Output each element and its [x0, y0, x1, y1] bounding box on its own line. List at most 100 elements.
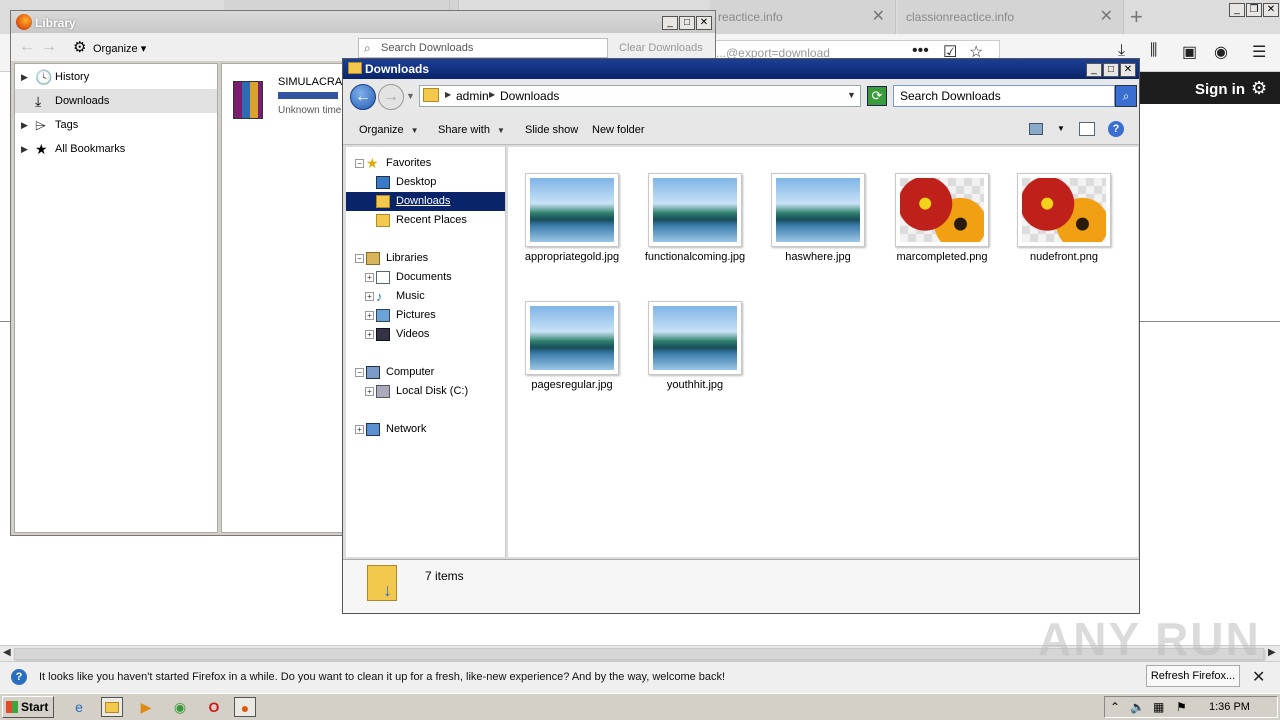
- scroll-right-icon[interactable]: ▶: [1268, 647, 1276, 658]
- close-icon[interactable]: ✕: [1252, 667, 1265, 687]
- nav-downloads[interactable]: Downloads: [346, 192, 505, 211]
- file-thumbnail[interactable]: [771, 173, 865, 247]
- account-icon[interactable]: ◉: [1214, 42, 1228, 62]
- breadcrumb-chevron-icon[interactable]: ▶: [445, 90, 451, 99]
- chrome-icon[interactable]: ◉: [169, 697, 191, 717]
- explorer-search-input[interactable]: Search Downloads: [893, 85, 1115, 107]
- new-folder-button[interactable]: New folder: [592, 124, 645, 136]
- nav-network[interactable]: + Network: [346, 420, 505, 439]
- organize-button[interactable]: Organize ▾: [93, 42, 146, 55]
- file-name[interactable]: nudefront.png: [1012, 251, 1116, 263]
- file-thumbnail[interactable]: [648, 173, 742, 247]
- opera-icon[interactable]: O: [203, 697, 225, 717]
- signin-link[interactable]: Sign in: [1195, 81, 1245, 98]
- close-button[interactable]: ✕: [1120, 63, 1136, 77]
- file-thumbnail[interactable]: [648, 301, 742, 375]
- file-name[interactable]: haswhere.jpg: [766, 251, 870, 263]
- volume-icon[interactable]: 🔈: [1130, 700, 1145, 714]
- maximize-button[interactable]: □: [679, 16, 695, 30]
- nav-libraries[interactable]: − Libraries: [346, 249, 505, 268]
- file-name[interactable]: functionalcoming.jpg: [643, 251, 747, 263]
- explorer-task-icon[interactable]: [101, 697, 123, 717]
- share-with-button[interactable]: Share with ▼: [438, 124, 505, 136]
- file-thumbnail[interactable]: [525, 173, 619, 247]
- media-player-icon[interactable]: ▶: [135, 697, 157, 717]
- file-thumbnail[interactable]: [895, 173, 989, 247]
- library-icon[interactable]: ⫼: [1150, 42, 1157, 60]
- tab-close-icon[interactable]: ✕: [1100, 0, 1113, 34]
- tab-reactice[interactable]: reactice.info ✕: [710, 0, 896, 34]
- collapse-icon[interactable]: −: [355, 254, 364, 263]
- change-view-icon[interactable]: [1029, 123, 1043, 135]
- breadcrumb-admin[interactable]: admin: [456, 89, 489, 103]
- expand-icon[interactable]: +: [365, 387, 374, 396]
- back-button[interactable]: ←: [350, 84, 376, 110]
- back-arrow-icon[interactable]: ←: [19, 38, 35, 56]
- nav-pictures[interactable]: + Pictures: [346, 306, 505, 325]
- minimize-button[interactable]: _: [1086, 63, 1102, 77]
- tab-classionreactice[interactable]: classionreactice.info ✕: [898, 0, 1124, 34]
- file-name[interactable]: pagesregular.jpg: [520, 379, 624, 391]
- expand-icon[interactable]: ▶: [21, 113, 28, 137]
- restore-button[interactable]: ❐: [1246, 3, 1262, 17]
- expand-icon[interactable]: +: [355, 425, 364, 434]
- help-icon[interactable]: ?: [1108, 121, 1124, 137]
- nav-music[interactable]: + ♪ Music: [346, 287, 505, 306]
- preview-pane-icon[interactable]: [1079, 122, 1095, 136]
- ie-icon[interactable]: e: [68, 697, 90, 717]
- forward-arrow-icon[interactable]: →: [41, 38, 57, 56]
- library-search-input[interactable]: ⌕ Search Downloads: [358, 38, 608, 58]
- collapse-icon[interactable]: −: [355, 159, 364, 168]
- firefox-task-icon[interactable]: ●: [234, 697, 256, 717]
- sidebar-item-all-bookmarks[interactable]: ▶ ★ All Bookmarks: [15, 137, 217, 161]
- nav-videos[interactable]: + Videos: [346, 325, 505, 344]
- file-thumbnail[interactable]: [1017, 173, 1111, 247]
- nav-local-disk[interactable]: + Local Disk (C:): [346, 382, 505, 401]
- nav-computer[interactable]: − Computer: [346, 363, 505, 382]
- minimize-button[interactable]: _: [1229, 3, 1245, 17]
- nav-desktop[interactable]: Desktop: [346, 173, 505, 192]
- nav-recent-places[interactable]: Recent Places: [346, 211, 505, 230]
- file-name[interactable]: youthhit.jpg: [643, 379, 747, 391]
- slide-show-button[interactable]: Slide show: [525, 124, 578, 136]
- gear-icon[interactable]: ⚙: [73, 38, 86, 56]
- recent-pages-chevron-icon[interactable]: ▼: [406, 91, 415, 101]
- view-dropdown-icon[interactable]: ▼: [1057, 124, 1065, 133]
- nav-favorites[interactable]: − ★ Favorites: [346, 154, 505, 173]
- expand-icon[interactable]: +: [365, 311, 374, 320]
- address-dropdown-icon[interactable]: ▼: [847, 90, 856, 100]
- tab-close-icon[interactable]: ✕: [872, 0, 885, 34]
- breadcrumb-downloads[interactable]: Downloads: [500, 89, 559, 103]
- gear-icon[interactable]: ⚙: [1251, 78, 1267, 99]
- scroll-left-icon[interactable]: ◀: [3, 647, 11, 658]
- new-tab-button[interactable]: +: [1130, 4, 1143, 30]
- download-name[interactable]: SIMULACRA.r: [278, 76, 349, 88]
- file-name[interactable]: marcompleted.png: [890, 251, 994, 263]
- expand-icon[interactable]: +: [365, 292, 374, 301]
- expand-icon[interactable]: ▶: [21, 137, 28, 161]
- expand-icon[interactable]: +: [365, 330, 374, 339]
- nav-documents[interactable]: + Documents: [346, 268, 505, 287]
- close-button[interactable]: ✕: [1263, 3, 1279, 17]
- clear-downloads-button[interactable]: Clear Downloads: [619, 42, 703, 54]
- organize-button[interactable]: Organize ▼: [359, 124, 419, 136]
- menu-icon[interactable]: ☰: [1252, 42, 1266, 62]
- sidebar-icon[interactable]: ▣: [1182, 42, 1197, 62]
- flag-icon[interactable]: ⚑: [1176, 700, 1187, 714]
- sidebar-item-downloads[interactable]: ⤓ Downloads: [15, 89, 217, 113]
- clock[interactable]: 1:36 PM: [1209, 701, 1250, 713]
- sidebar-item-history[interactable]: ▶ 🕓 History: [15, 65, 217, 89]
- network-tray-icon[interactable]: ▦: [1153, 700, 1164, 714]
- close-button[interactable]: ✕: [696, 16, 712, 30]
- forward-button[interactable]: →: [378, 84, 404, 110]
- maximize-button[interactable]: □: [1103, 63, 1119, 77]
- search-icon[interactable]: ⌕: [1115, 85, 1137, 107]
- collapse-icon[interactable]: −: [355, 368, 364, 377]
- expand-icon[interactable]: +: [365, 273, 374, 282]
- file-name[interactable]: appropriategold.jpg: [520, 251, 624, 263]
- file-thumbnail[interactable]: [525, 301, 619, 375]
- show-hidden-icons-icon[interactable]: ⌃: [1110, 700, 1120, 714]
- refresh-firefox-button[interactable]: Refresh Firefox...: [1146, 665, 1240, 687]
- refresh-button[interactable]: ⟳: [867, 86, 887, 106]
- breadcrumb-chevron-icon[interactable]: ▶: [489, 90, 495, 99]
